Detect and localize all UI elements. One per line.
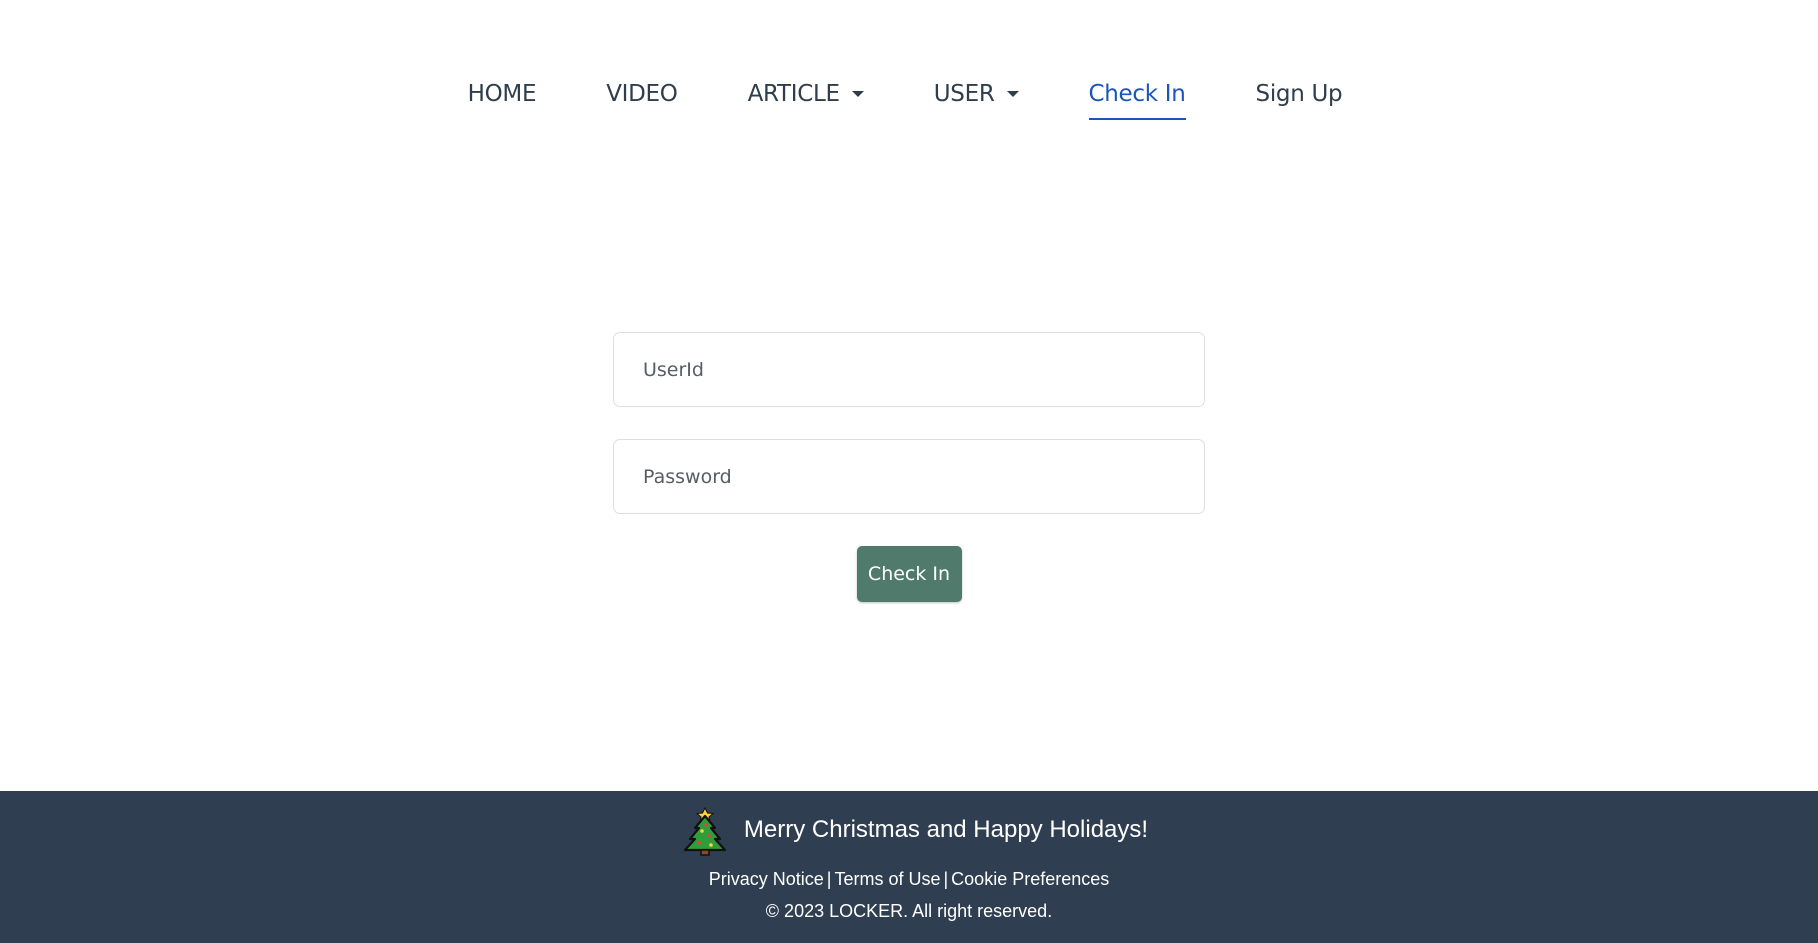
nav-video[interactable]: VIDEO [606,72,678,116]
login-form: Check In [613,332,1205,602]
holiday-greeting-row: Merry Christmas and Happy Holidays! [682,804,1148,856]
submit-row: Check In [613,546,1205,602]
copyright: © 2023 LOCKER. All right reserved. [765,901,1053,921]
nav-article-label: ARTICLE [747,81,840,107]
caret-down-icon [1006,91,1019,97]
link-separator: | [943,869,949,889]
caret-down-icon [851,91,864,97]
footer-links: Privacy Notice | Terms of Use | Cookie Prefe… [709,869,1110,890]
nav-check-in-label: Check In [1088,81,1186,107]
terms-of-use-link[interactable]: Terms of Use [834,869,940,889]
footer: Merry Christmas and Happy Holidays! Priv… [0,791,1818,943]
top-nav: HOME VIDEO ARTICLE USER Check In Sign Up [0,72,1818,120]
nav-list: HOME VIDEO ARTICLE USER Check In Sign Up [433,72,1378,120]
userid-input[interactable] [613,332,1205,407]
nav-user-label: USER [933,81,995,107]
holiday-greeting: Merry Christmas and Happy Holidays! [743,816,1149,843]
nav-home[interactable]: HOME [468,72,537,116]
nav-article-dropdown[interactable]: ARTICLE [748,72,864,116]
cookie-preferences-link[interactable]: Cookie Preferences [951,869,1109,889]
nav-check-in[interactable]: Check In [1088,72,1186,120]
password-input[interactable] [613,439,1205,514]
nav-user-dropdown[interactable]: USER [934,72,1019,116]
nav-sign-up-label: Sign Up [1255,81,1343,107]
check-in-button[interactable]: Check In [856,546,962,602]
privacy-notice-link[interactable]: Privacy Notice [709,869,824,889]
nav-sign-up[interactable]: Sign Up [1256,72,1343,116]
nav-video-label: VIDEO [606,81,678,107]
link-separator: | [826,869,832,889]
christmas-tree-icon [683,806,727,856]
nav-home-label: HOME [467,81,537,107]
